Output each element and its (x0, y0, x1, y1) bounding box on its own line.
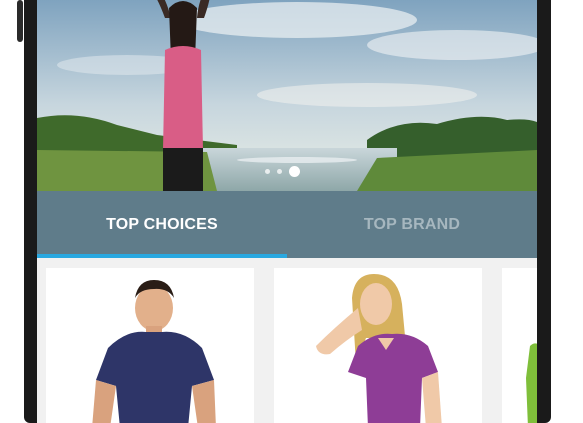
phone-side-button (17, 0, 23, 42)
carousel-dot-2[interactable] (277, 169, 282, 174)
carousel-indicator[interactable] (265, 166, 300, 177)
product-image-woman-tshirt (316, 274, 442, 423)
product-card-partial[interactable] (502, 268, 537, 423)
hero-image (37, 0, 537, 191)
product-image-partial (526, 343, 537, 423)
product-image-man-tshirt (92, 280, 216, 423)
product-card-man-tshirt[interactable] (46, 268, 254, 423)
tab-top-brand[interactable]: TOP BRAND (287, 191, 537, 258)
app-screen: TOP CHOICES TOP BRAND (37, 0, 537, 423)
product-list (37, 258, 537, 423)
category-tab-bar: TOP CHOICES TOP BRAND (37, 191, 537, 258)
carousel-dot-3-active[interactable] (289, 166, 300, 177)
tab-top-choices[interactable]: TOP CHOICES (37, 191, 287, 258)
product-card-woman-tshirt[interactable] (274, 268, 482, 423)
hero-banner[interactable] (37, 0, 537, 191)
carousel-dot-1[interactable] (265, 169, 270, 174)
